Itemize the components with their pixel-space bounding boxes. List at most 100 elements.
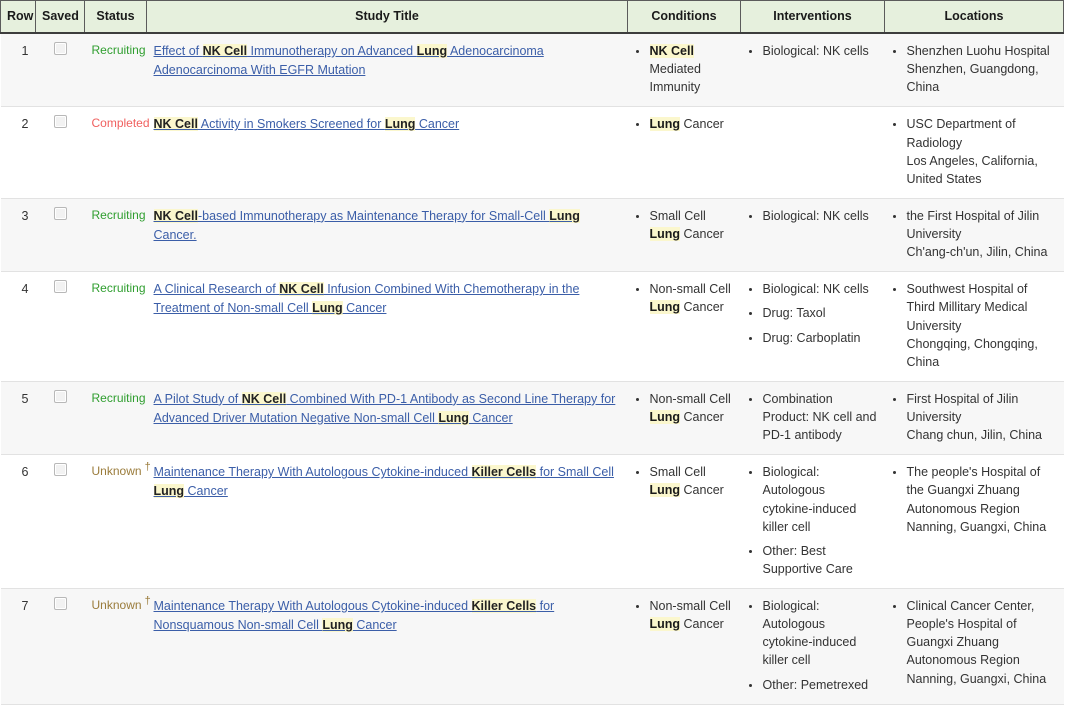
row-number: 4 (1, 272, 36, 382)
condition-list: Small Cell Lung Cancer (635, 463, 734, 499)
search-term-highlight: Lung (322, 618, 353, 632)
row-number: 1 (1, 33, 36, 107)
save-study-checkbox[interactable] (54, 207, 67, 220)
status-cell: Recruiting (85, 198, 147, 271)
interventions-cell: Biological: Autologous cytokine-induced … (741, 455, 885, 589)
status-badge: Recruiting (92, 391, 146, 405)
status-badge: Completed (92, 116, 150, 130)
study-title-link[interactable]: Maintenance Therapy With Autologous Cyto… (154, 599, 555, 632)
study-title-cell: Maintenance Therapy With Autologous Cyto… (147, 455, 628, 589)
table-header: Row Saved Status Study Title Conditions … (1, 1, 1064, 34)
intervention-item: Drug: Taxol (762, 304, 878, 322)
search-term-highlight: Lung (650, 227, 681, 241)
intervention-item: Biological: Autologous cytokine-induced … (762, 463, 878, 536)
search-term-highlight: Killer Cells (472, 599, 537, 613)
intervention-list: Biological: NK cells (748, 207, 878, 225)
intervention-list: Biological: Autologous cytokine-induced … (748, 597, 878, 694)
search-term-highlight: Lung (549, 209, 580, 223)
conditions-cell: Lung Cancer (628, 107, 741, 199)
column-header-interventions[interactable]: Interventions (741, 1, 885, 34)
study-title-link[interactable]: A Clinical Research of NK Cell Infusion … (154, 282, 580, 315)
location-item: the First Hospital of Jilin UniversityCh… (906, 207, 1057, 261)
location-list: The people's Hospital of the Guangxi Zhu… (892, 463, 1057, 536)
table-row[interactable]: 3RecruitingNK Cell-based Immunotherapy a… (1, 198, 1064, 271)
saved-cell (36, 589, 85, 705)
location-item: Clinical Cancer Center, People's Hospita… (906, 597, 1057, 688)
column-header-conditions[interactable]: Conditions (628, 1, 741, 34)
location-item: USC Department of RadiologyLos Angeles, … (906, 115, 1057, 188)
condition-list: Non-small Cell Lung Cancer (635, 597, 734, 633)
locations-cell: The people's Hospital of the Guangxi Zhu… (885, 455, 1064, 589)
table-body: 1 Recruiting Effect of NK Cell Immunothera… (1, 33, 1064, 704)
study-title-link[interactable]: A Pilot Study of NK Cell Combined With P… (154, 392, 616, 425)
table-row[interactable]: 4 Recruiting A Clinical Research of NK Cel… (1, 272, 1064, 382)
table-row[interactable]: 7Unknown †Maintenance Therapy With Autol… (1, 589, 1064, 705)
save-study-checkbox[interactable] (54, 280, 67, 293)
intervention-list: Biological: NK cellsDrug: TaxolDrug: Car… (748, 280, 878, 346)
study-title-cell: NK Cell Activity in Smokers Screened for… (147, 107, 628, 199)
save-study-checkbox[interactable] (54, 115, 67, 128)
condition-list: NK Cell Mediated Immunity (635, 42, 734, 96)
interventions-cell: Combination Product: NK cell and PD-1 an… (741, 381, 885, 454)
condition-item: Small Cell Lung Cancer (649, 207, 734, 243)
column-header-study-title[interactable]: Study Title (147, 1, 628, 34)
study-title-link[interactable]: NK Cell-based Immunotherapy as Maintenan… (154, 209, 580, 242)
save-study-checkbox[interactable] (54, 597, 67, 610)
search-term-highlight: NK Cell (154, 117, 198, 131)
locations-cell: Clinical Cancer Center, People's Hospita… (885, 589, 1064, 705)
intervention-item: Combination Product: NK cell and PD-1 an… (762, 390, 878, 444)
save-study-checkbox[interactable] (54, 390, 67, 403)
search-term-highlight: Lung (385, 117, 416, 131)
intervention-item: Biological: NK cells (762, 42, 878, 60)
column-header-status[interactable]: Status (85, 1, 147, 34)
clinical-trials-results-table: Row Saved Status Study Title Conditions … (0, 0, 1064, 705)
search-term-highlight: Lung (312, 301, 343, 315)
interventions-cell (741, 107, 885, 199)
locations-cell: First Hospital of Jilin UniversityChang … (885, 381, 1064, 454)
conditions-cell: NK Cell Mediated Immunity (628, 33, 741, 107)
intervention-item: Biological: NK cells (762, 207, 878, 225)
status-cell: Unknown † (85, 455, 147, 589)
save-study-checkbox[interactable] (54, 42, 67, 55)
table-row[interactable]: 1RecruitingEffect of NK Cell Immunothera… (1, 33, 1064, 107)
locations-cell: the First Hospital of Jilin UniversityCh… (885, 198, 1064, 271)
conditions-cell: Small Cell Lung Cancer (628, 455, 741, 589)
intervention-item: Other: Best Supportive Care (762, 542, 878, 578)
interventions-cell: Biological: NK cellsDrug: TaxolDrug: Car… (741, 272, 885, 382)
status-cell: Completed (85, 107, 147, 199)
intervention-item: Other: Pemetrexed (762, 676, 878, 694)
study-title-link[interactable]: Maintenance Therapy With Autologous Cyto… (154, 465, 614, 498)
row-number: 7 (1, 589, 36, 705)
search-term-highlight: Killer Cells (472, 465, 537, 479)
search-term-highlight: NK Cell (650, 44, 694, 58)
condition-item: NK Cell Mediated Immunity (649, 42, 734, 96)
study-title-cell: NK Cell-based Immunotherapy as Maintenan… (147, 198, 628, 271)
locations-cell: Southwest Hospital of Third Millitary Me… (885, 272, 1064, 382)
study-title-link[interactable]: NK Cell Activity in Smokers Screened for… (154, 117, 460, 131)
table-row[interactable]: 2CompletedNK Cell Activity in Smokers Sc… (1, 107, 1064, 199)
save-study-checkbox[interactable] (54, 463, 67, 476)
condition-list: Lung Cancer (635, 115, 734, 133)
location-list: First Hospital of Jilin UniversityChang … (892, 390, 1057, 444)
locations-cell: Shenzhen Luohu HospitalShenzhen, Guangdo… (885, 33, 1064, 107)
saved-cell (36, 198, 85, 271)
study-title-link[interactable]: Effect of NK Cell Immunotherapy on Advan… (154, 44, 544, 77)
condition-item: Lung Cancer (649, 115, 734, 133)
status-badge: Recruiting (92, 281, 146, 295)
condition-list: Non-small Cell Lung Cancer (635, 280, 734, 316)
column-header-locations[interactable]: Locations (885, 1, 1064, 34)
search-term-highlight: NK Cell (203, 44, 247, 58)
intervention-list: Biological: NK cells (748, 42, 878, 60)
column-header-saved[interactable]: Saved (36, 1, 85, 34)
row-number: 5 (1, 381, 36, 454)
column-header-row[interactable]: Row (1, 1, 36, 34)
search-term-highlight: Lung (650, 410, 681, 424)
interventions-cell: Biological: NK cells (741, 33, 885, 107)
table-row[interactable]: 6Unknown †Maintenance Therapy With Autol… (1, 455, 1064, 589)
table-row[interactable]: 5 Recruiting A Pilot Study of NK Cell Comb… (1, 381, 1064, 454)
saved-cell (36, 455, 85, 589)
location-item: First Hospital of Jilin UniversityChang … (906, 390, 1057, 444)
conditions-cell: Non-small Cell Lung Cancer (628, 272, 741, 382)
search-term-highlight: Lung (650, 117, 681, 131)
intervention-list: Biological: Autologous cytokine-induced … (748, 463, 878, 578)
